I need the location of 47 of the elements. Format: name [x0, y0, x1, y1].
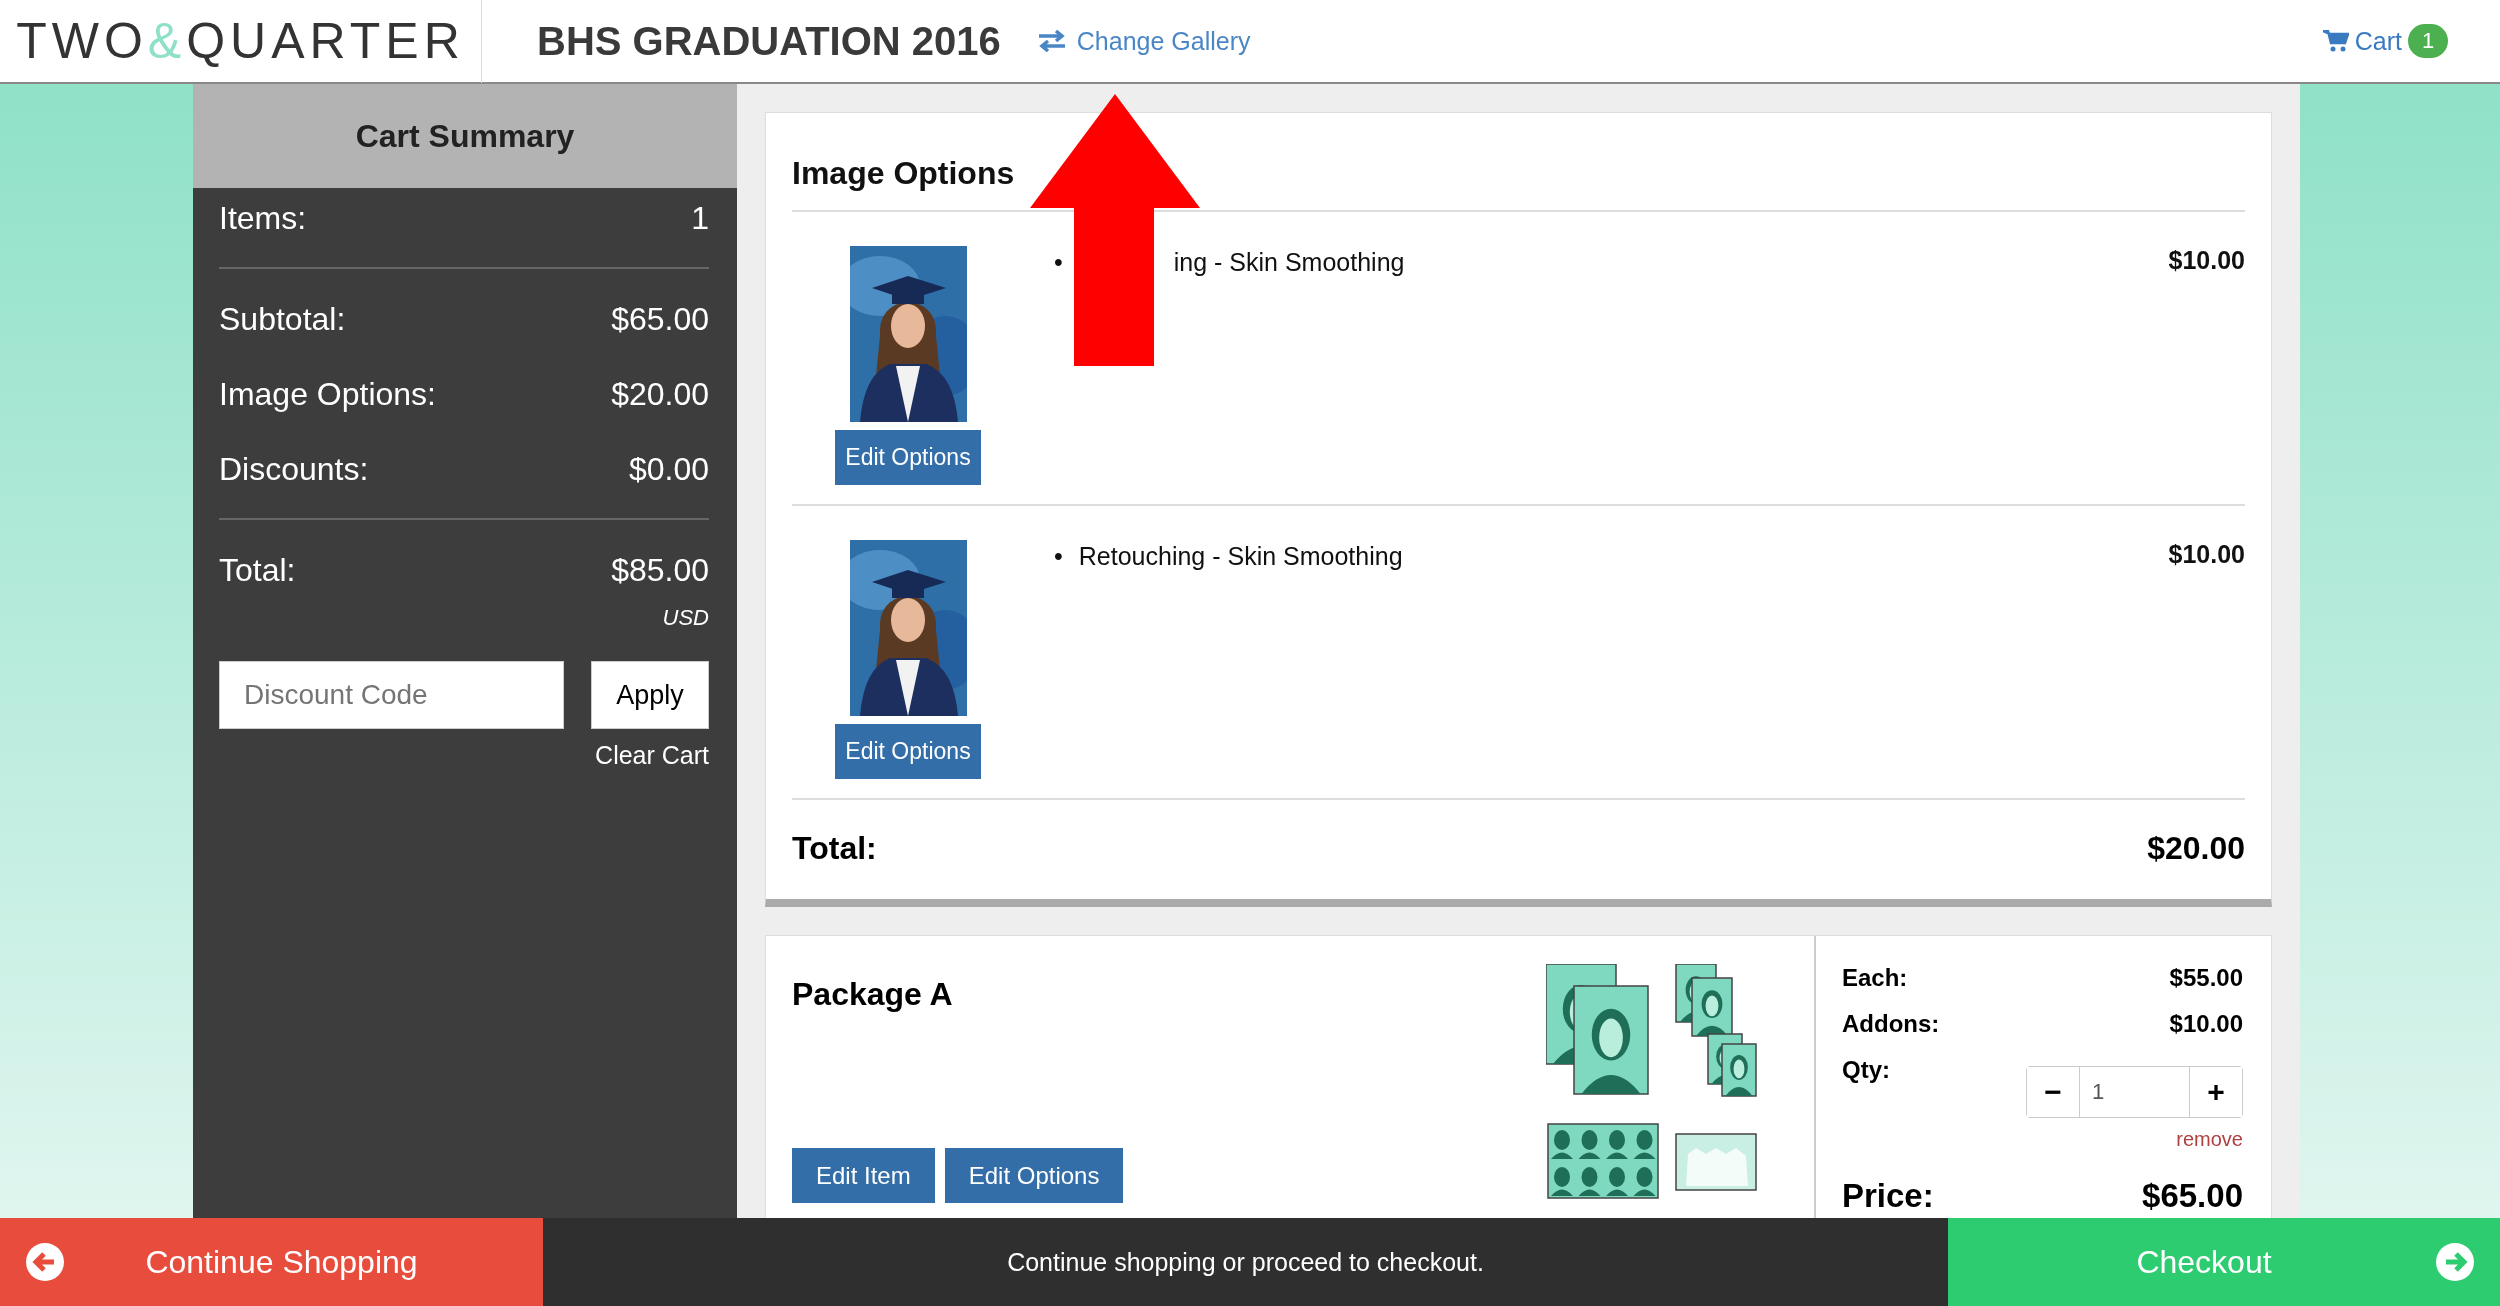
discount-code-field[interactable]: Discount Code: [219, 661, 564, 729]
addons-label: Addons:: [1842, 1010, 1940, 1038]
currency-label: USD: [662, 605, 709, 630]
bullet: •: [1054, 541, 1063, 572]
checkout-message: Continue shopping or proceed to checkout.: [1007, 1247, 1484, 1277]
summary-value: $0.00: [628, 451, 709, 488]
price-value: $65.00: [2142, 1177, 2243, 1215]
cart-count-badge: 1: [2408, 24, 2448, 58]
summary-label: Subtotal:: [219, 301, 346, 338]
total-label: Total:: [219, 552, 296, 589]
option-price: $10.00: [2168, 540, 2245, 570]
summary-value: $20.00: [611, 376, 709, 413]
each-label: Each:: [1842, 964, 1908, 992]
each-value: $55.00: [2169, 964, 2243, 992]
price-label: Price:: [1842, 1177, 1934, 1215]
clear-cart-link[interactable]: Clear Cart: [595, 741, 709, 769]
package-title: Package A: [792, 976, 954, 1013]
package-edit-button[interactable]: Edit Options: [944, 1148, 1124, 1203]
edit-options-button[interactable]: Edit Options: [835, 430, 981, 485]
bullet: •: [1054, 247, 1063, 278]
items-label: Items:: [219, 200, 307, 237]
remove-link[interactable]: remove: [2176, 1128, 2243, 1150]
image-options-total-value: $20.00: [2147, 830, 2245, 867]
summary-label: Discounts:: [219, 451, 369, 488]
change-gallery-link[interactable]: Change Gallery: [1036, 26, 1251, 56]
apply-button[interactable]: Apply: [591, 661, 709, 729]
logo[interactable]: TWO&QUARTER: [0, 0, 482, 83]
swap-arrows-icon: [1036, 30, 1067, 52]
quantity-stepper[interactable]: − 1 +: [2026, 1066, 2243, 1118]
cart-summary-title: Cart Summary: [193, 84, 737, 188]
continue-shopping-button[interactable]: Continue Shopping: [0, 1218, 543, 1306]
gallery-title: BHS GRADUATION 2016: [537, 18, 1001, 64]
option-item: Retouching - Skin Smoothing: [1078, 541, 1403, 572]
summary-label: Image Options:: [219, 376, 436, 413]
image-options-total-label: Total:: [792, 830, 877, 867]
items-value: 1: [691, 200, 709, 237]
cart-icon: [2322, 30, 2349, 52]
qty-label: Qty:: [1842, 1056, 1890, 1084]
cart-link[interactable]: Cart: [2322, 26, 2402, 56]
summary-value: $65.00: [611, 301, 709, 338]
edit-options-button[interactable]: Edit Options: [835, 724, 981, 779]
package-edit-button[interactable]: Edit Item: [792, 1148, 935, 1203]
option-price: $10.00: [2168, 246, 2245, 276]
total-value: $85.00: [611, 552, 709, 589]
quantity-field[interactable]: 1: [2079, 1067, 2190, 1117]
addons-value: $10.00: [2169, 1010, 2243, 1038]
option-item: ing - Skin Smoothing: [1173, 247, 1405, 278]
